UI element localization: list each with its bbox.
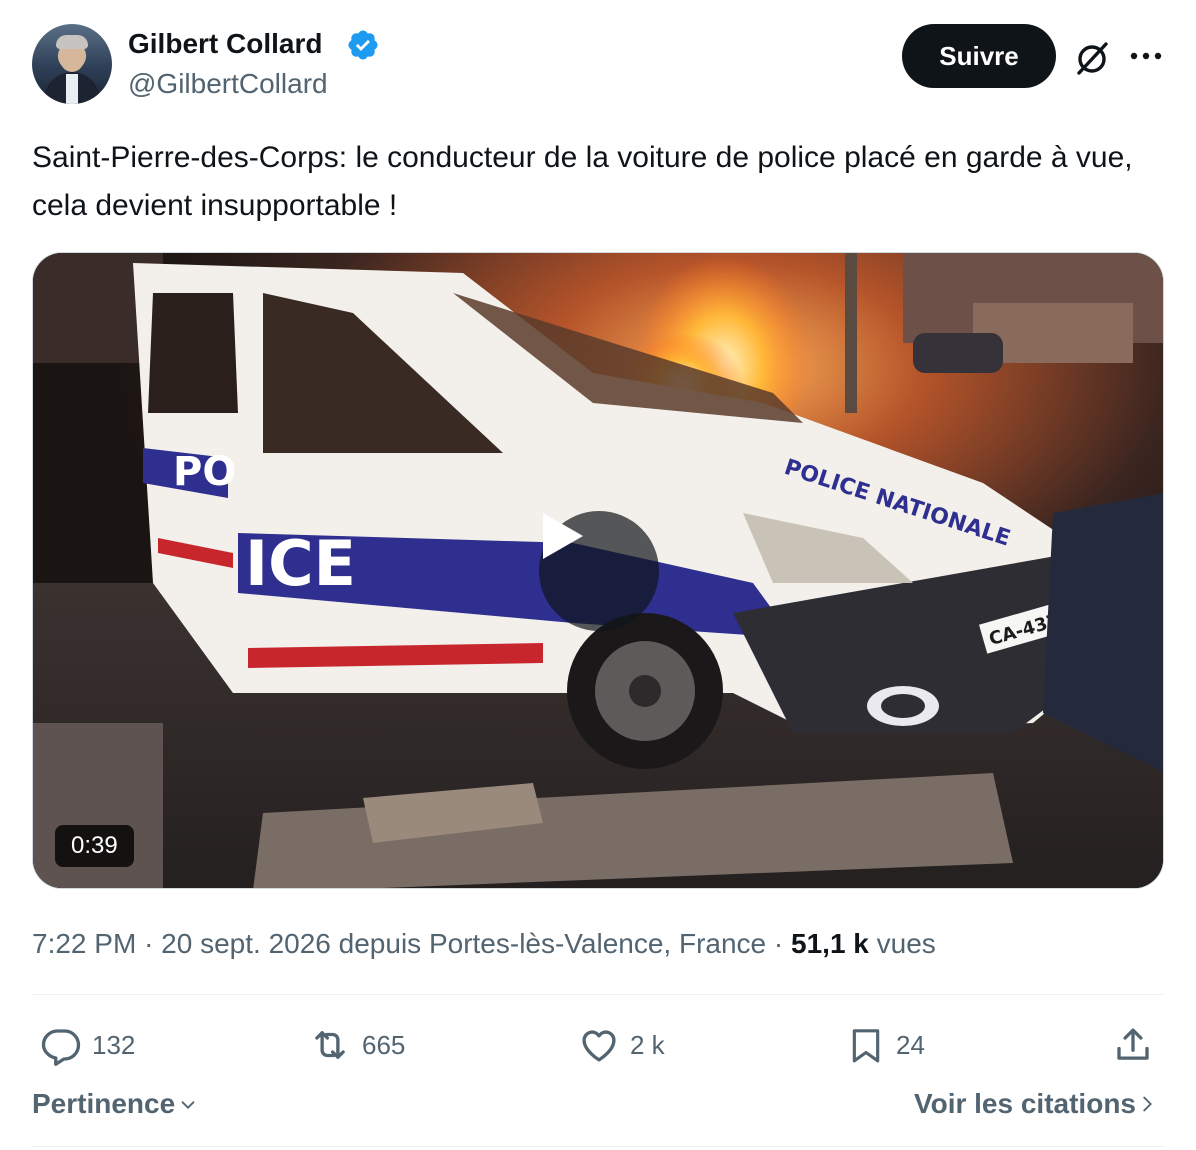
chevron-down-icon xyxy=(181,1101,195,1109)
view-quotes-link[interactable]: Voir les citations xyxy=(914,1088,1158,1120)
tweet-time[interactable]: 7:22 PM xyxy=(32,928,136,959)
tweet-meta: 7:22 PM · 20 sept. 2026 depuis Portes-lè… xyxy=(32,924,936,964)
bookmark-button[interactable]: 24 xyxy=(846,1022,925,1068)
author-handle[interactable]: @GilbertCollard xyxy=(128,68,328,100)
repost-icon xyxy=(315,1031,345,1059)
like-button[interactable]: 2 k xyxy=(578,1022,665,1068)
chevron-right-icon xyxy=(1143,1096,1152,1112)
reply-button[interactable]: 132 xyxy=(40,1022,135,1068)
bookmark-icon xyxy=(852,1029,880,1063)
video-duration: 0:39 xyxy=(55,825,134,867)
quotes-label: Voir les citations xyxy=(914,1088,1136,1119)
views-count: 51,1 k xyxy=(791,928,869,959)
video-player[interactable]: PO ICE POLICE NATIONALE CA-437- 0:39 xyxy=(32,252,1164,889)
meta-separator: · xyxy=(144,928,154,959)
avatar-hair xyxy=(56,35,88,49)
reply-icon xyxy=(41,1029,81,1066)
verified-badge-icon xyxy=(348,30,378,60)
tweet-source: depuis Portes-lès-Valence, France xyxy=(338,928,767,959)
avatar[interactable] xyxy=(32,24,112,104)
heart-icon xyxy=(582,1030,616,1062)
play-button[interactable] xyxy=(539,511,659,631)
follow-button[interactable]: Suivre xyxy=(902,24,1056,88)
author-name[interactable]: Gilbert Collard xyxy=(128,28,322,60)
reply-count: 132 xyxy=(92,1029,136,1060)
car-livery-text: ICE xyxy=(245,527,356,600)
divider-bottom xyxy=(32,1146,1164,1147)
like-count: 2 k xyxy=(630,1029,665,1060)
meta-separator-2: · xyxy=(773,928,784,959)
car-livery-left: PO xyxy=(173,449,236,495)
views-label: vues xyxy=(876,928,936,959)
grok-icon[interactable] xyxy=(1072,38,1112,78)
repost-button[interactable]: 665 xyxy=(308,1022,405,1068)
sort-dropdown[interactable]: Pertinence xyxy=(32,1088,201,1120)
action-bar: 132 665 2 k 24 xyxy=(32,1022,1164,1068)
bookmark-count: 24 xyxy=(896,1029,925,1060)
play-icon xyxy=(543,513,583,559)
share-icon xyxy=(1117,1028,1149,1060)
avatar-shirt xyxy=(66,74,78,104)
share-button[interactable] xyxy=(1112,1022,1154,1068)
divider xyxy=(32,994,1164,995)
tweet-header: Gilbert Collard @GilbertCollard Suivre xyxy=(32,22,1164,106)
repost-count: 665 xyxy=(362,1029,406,1060)
sort-label: Pertinence xyxy=(32,1088,176,1119)
tweet-date[interactable]: 20 sept. 2026 xyxy=(161,928,331,959)
more-icon[interactable] xyxy=(1128,46,1164,66)
tweet-text: Saint-Pierre-des-Corps: le conducteur de… xyxy=(32,141,1133,222)
